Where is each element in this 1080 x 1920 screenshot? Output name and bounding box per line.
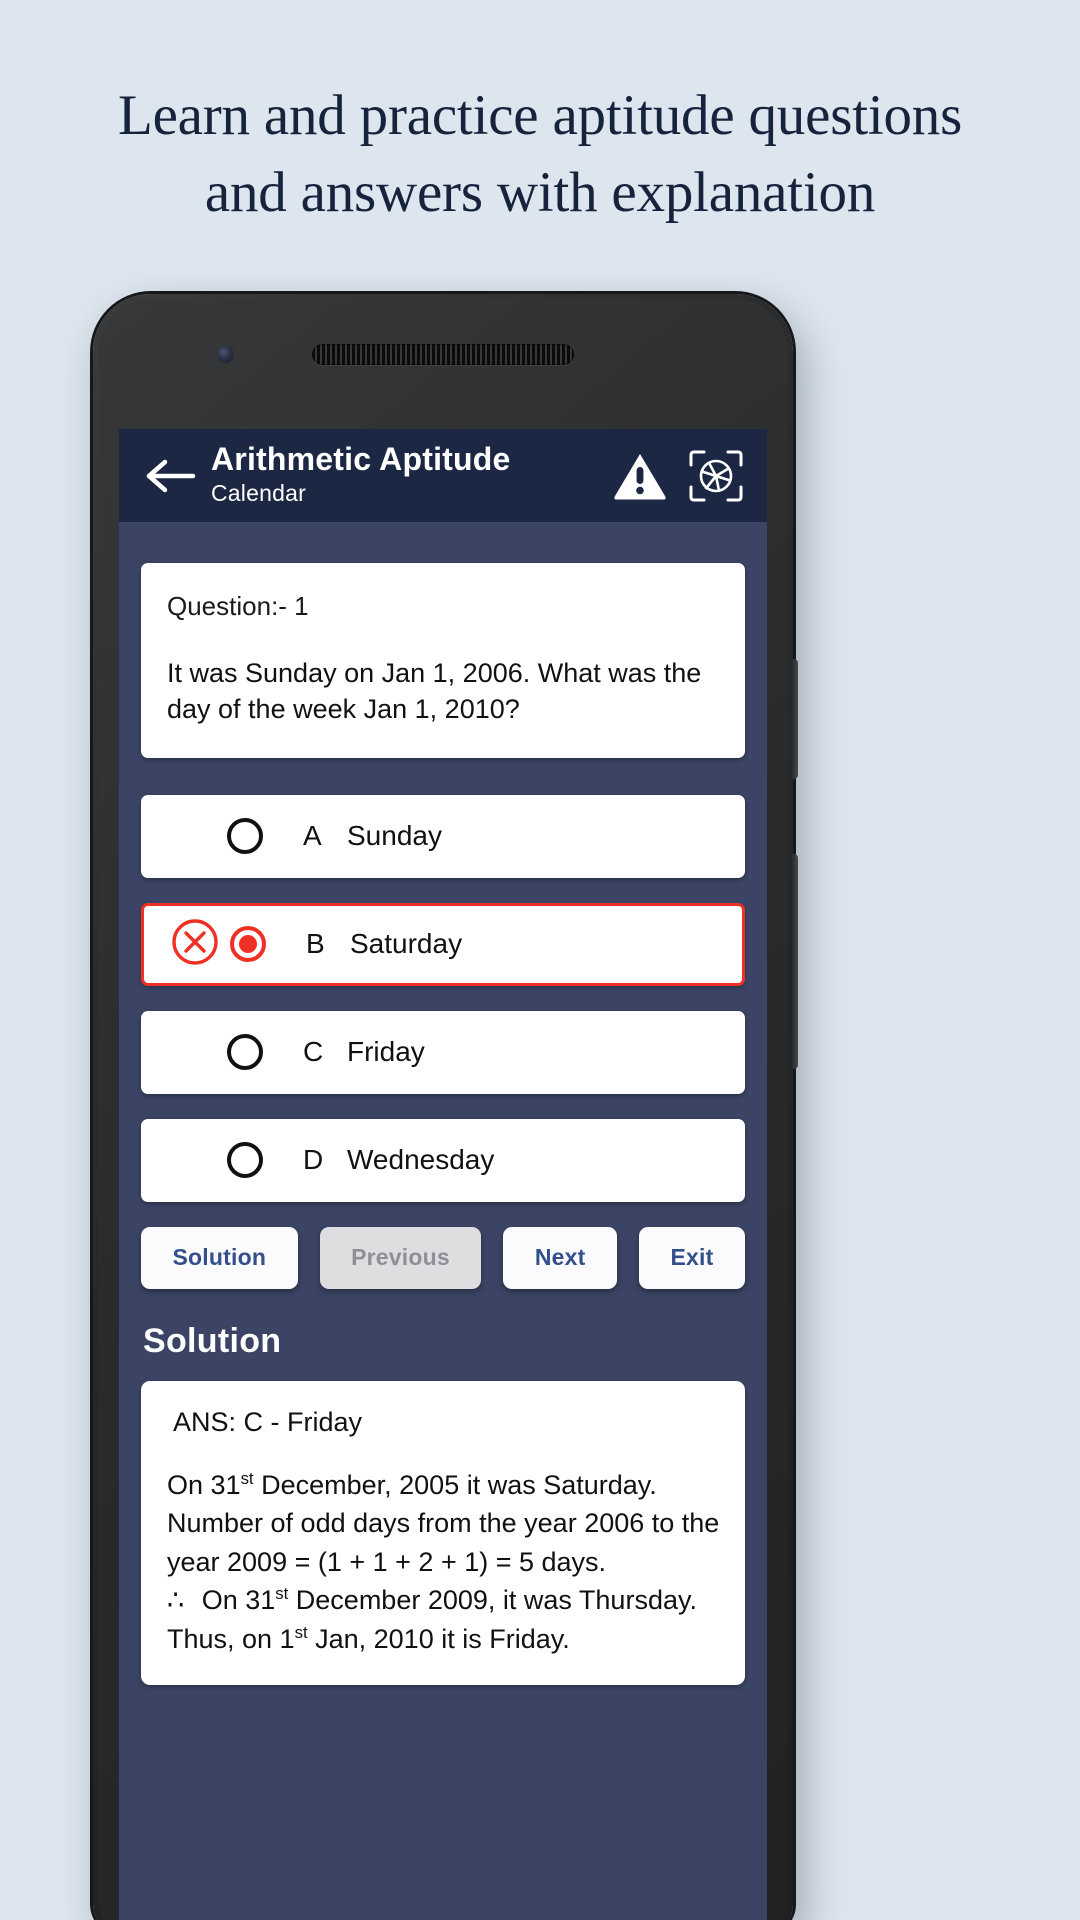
solution-p3-sup: st [294,1623,308,1643]
solution-button[interactable]: Solution [141,1226,298,1289]
solution-answer: ANS: C - Friday [173,1406,363,1437]
solution-paragraph-3: Thus, on 1st Jan, 2010 it is Friday. [167,1620,721,1659]
option-c-radio[interactable] [227,1034,263,1071]
volume-button[interactable] [792,854,798,1069]
question-card: Question:- 1 It was Sunday on Jan 1, 200… [141,563,745,758]
power-button[interactable] [792,659,798,779]
solution-paragraph-1: On 31st December, 2005 it was Saturday. … [167,1466,721,1582]
solution-heading: Solution [143,1321,282,1360]
next-button[interactable]: Next [503,1226,617,1289]
solution-explanation: On 31st December, 2005 it was Saturday. … [167,1466,721,1659]
solution-p1-part-a: On 31 [167,1469,241,1500]
option-c[interactable]: C Friday [141,1010,745,1094]
incorrect-cross-icon [171,918,219,971]
app-bar: Arithmetic Aptitude Calendar [119,429,767,522]
options-list: A Sunday B Saturday C Friday D Wednesday [141,794,745,1202]
quiz-content: Question:- 1 It was Sunday on Jan 1, 200… [119,563,767,1685]
solution-p2-part-b: December 2009, it was Thursday. [288,1585,697,1616]
question-text: It was Sunday on Jan 1, 2006. What was t… [167,657,702,724]
aperture-scan-icon[interactable] [687,448,745,504]
option-a-radio[interactable] [227,818,263,855]
option-a-label: Sunday [347,820,442,852]
solution-paragraph-2: ∴ On 31st December 2009, it was Thursday… [167,1581,721,1620]
app-bar-spacer [119,522,767,559]
option-d-label: Wednesday [347,1144,495,1176]
app-bar-titles: Arithmetic Aptitude Calendar [211,440,613,508]
promo-headline: Learn and practice aptitude questions an… [0,78,1080,232]
solution-p3-part-a: Thus, on 1 [167,1624,295,1655]
promo-headline-line-1: Learn and practice aptitude questions [117,84,963,147]
option-c-label: Friday [347,1036,425,1068]
option-c-letter: C [303,1036,324,1068]
app-screen: Arithmetic Aptitude Calendar Question:- … [119,429,767,1920]
therefore-symbol: ∴ [167,1585,187,1616]
warning-triangle-icon[interactable] [613,451,667,501]
option-b-letter: B [306,928,325,960]
option-a-letter: A [303,820,322,852]
option-b-mark-slot [164,918,226,971]
solution-p3-part-b: Jan, 2010 it is Friday. [307,1624,570,1655]
page-subtitle: Calendar [211,480,306,507]
solution-p2-sup: st [275,1584,289,1604]
previous-button[interactable]: Previous [319,1226,482,1289]
earpiece-speaker-icon [312,344,574,365]
app-bar-actions [613,448,745,504]
solution-card: ANS: C - Friday On 31st December, 2005 i… [141,1380,745,1685]
front-camera-icon [217,346,234,363]
option-b-label: Saturday [350,928,463,960]
option-d-letter: D [303,1144,324,1176]
option-b-radio[interactable] [230,926,266,963]
phone-mockup: Arithmetic Aptitude Calendar Question:- … [93,294,798,1920]
action-buttons: Solution Previous Next Exit [141,1226,745,1289]
back-arrow-icon[interactable] [145,456,197,496]
solution-p2-part-a: On 31 [194,1585,276,1616]
promo-headline-line-2: and answers with explanation [204,160,876,224]
option-b[interactable]: B Saturday [141,902,745,986]
option-a[interactable]: A Sunday [141,794,745,878]
exit-button[interactable]: Exit [639,1226,745,1289]
option-d[interactable]: D Wednesday [141,1118,745,1202]
option-d-radio[interactable] [227,1142,263,1179]
solution-p1-sup: st [240,1468,254,1488]
question-number: Question:- 1 [167,591,309,621]
page-title: Arithmetic Aptitude [211,440,511,477]
